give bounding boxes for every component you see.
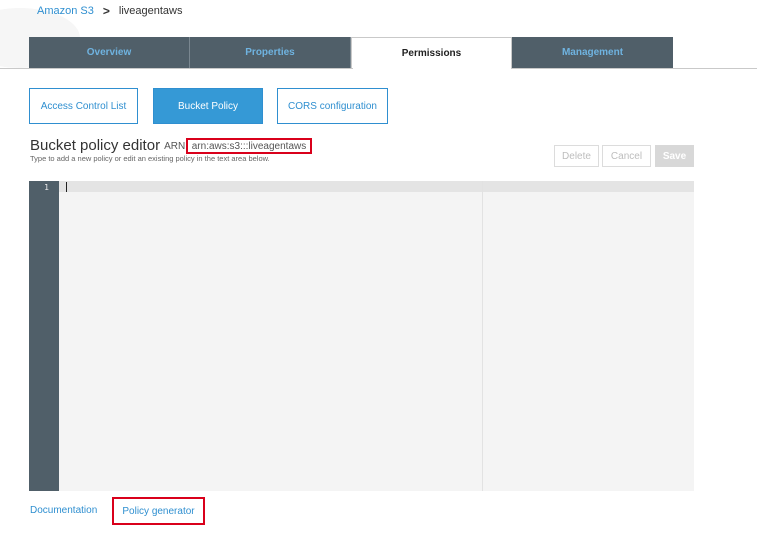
bucket-policy-button[interactable]: Bucket Policy xyxy=(153,88,263,124)
editor-active-line xyxy=(59,181,694,192)
editor-heading: Bucket policy editor ARN: xyxy=(30,138,188,153)
breadcrumb-separator-icon: > xyxy=(102,4,110,18)
editor-hint: Type to add a new policy or edit an exis… xyxy=(30,154,270,163)
breadcrumb-current-bucket: liveagentaws xyxy=(118,5,183,17)
arn-label: ARN: xyxy=(164,141,188,152)
cors-configuration-button[interactable]: CORS configuration xyxy=(277,88,388,124)
line-number: 1 xyxy=(44,183,49,192)
tab-overview[interactable]: Overview xyxy=(29,37,190,68)
breadcrumb: Amazon S3 > liveagentaws xyxy=(37,5,182,17)
breadcrumb-amazon-s3-link[interactable]: Amazon S3 xyxy=(37,5,94,17)
editor-print-margin xyxy=(482,181,483,491)
arn-value: arn:aws:s3:::liveagentaws xyxy=(191,140,307,152)
arn-value-highlight: arn:aws:s3:::liveagentaws xyxy=(186,138,312,154)
tab-permissions[interactable]: Permissions xyxy=(351,37,512,68)
cancel-button[interactable]: Cancel xyxy=(602,145,651,167)
editor-title: Bucket policy editor xyxy=(30,137,161,154)
tab-management[interactable]: Management xyxy=(512,37,673,68)
tab-properties[interactable]: Properties xyxy=(190,37,351,68)
policy-generator-link[interactable]: Policy generator xyxy=(112,497,205,525)
tab-divider-gap xyxy=(353,68,511,69)
s3-bucket-permissions-page: Amazon S3 > liveagentaws Overview Proper… xyxy=(0,0,757,533)
tab-bar: Overview Properties Permissions Manageme… xyxy=(29,37,673,68)
policy-generator-label: Policy generator xyxy=(122,505,195,517)
access-control-list-button[interactable]: Access Control List xyxy=(29,88,138,124)
editor-gutter: 1 xyxy=(29,181,59,491)
delete-button[interactable]: Delete xyxy=(554,145,599,167)
policy-code-editor[interactable]: 1 xyxy=(29,181,694,491)
save-button[interactable]: Save xyxy=(655,145,694,167)
text-cursor xyxy=(66,182,67,192)
documentation-link[interactable]: Documentation xyxy=(30,505,97,516)
